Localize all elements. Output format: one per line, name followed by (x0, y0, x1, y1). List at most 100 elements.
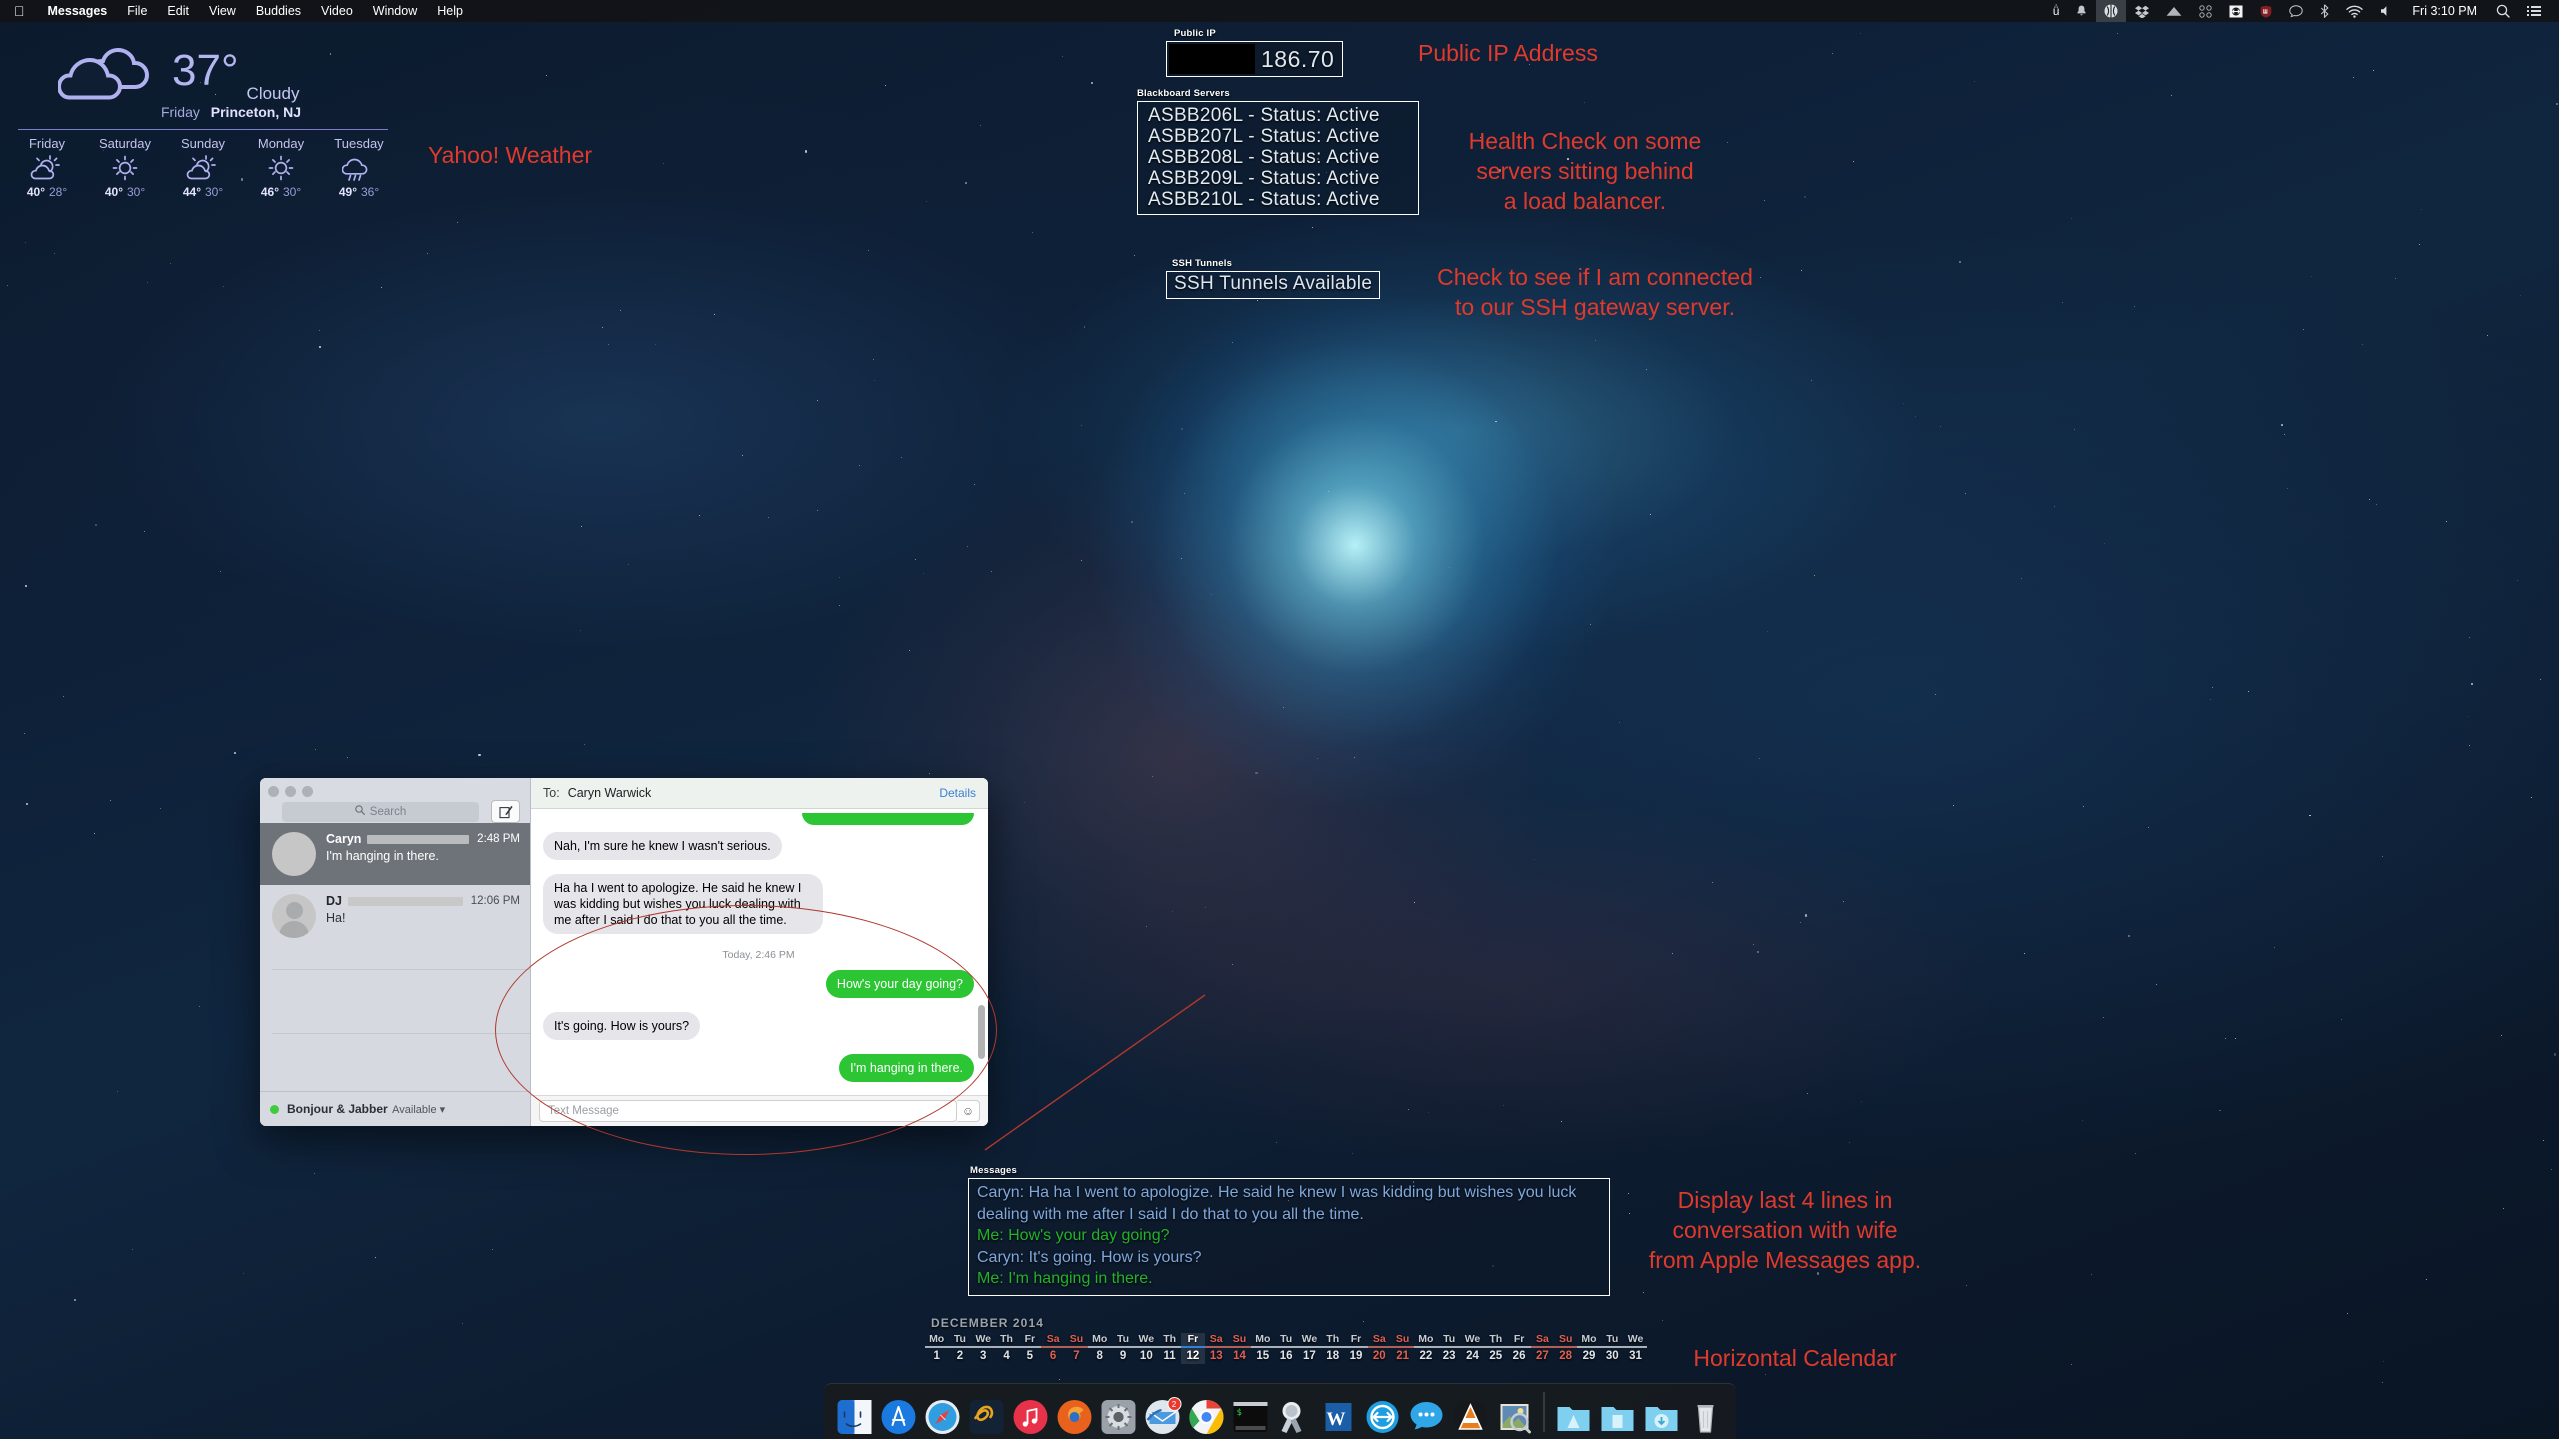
public-ip-widget: Public IP 186.70 (1146, 28, 1343, 77)
message-input-placeholder: Text Message (548, 1105, 619, 1117)
list-item[interactable]: Caryn 2:48 PM I'm hanging in there. (260, 823, 530, 885)
calendar-daynumber: 20 (1372, 1350, 1386, 1362)
dropbox-sync-icon[interactable] (2096, 0, 2127, 22)
dock-item-firefox[interactable] (1054, 1397, 1094, 1437)
search-placeholder: Search (369, 805, 407, 818)
availability-label[interactable]: Available ▾ (392, 1104, 445, 1116)
messages-window[interactable]: Search Caryn 2:48 PM I'm hanging in ther… (260, 778, 988, 1126)
message-bubbles[interactable]: Nah, I'm sure he knew I wasn't serious. … (531, 809, 988, 1095)
blackboard-box: ASBB206L - Status: Active ASBB207L - Sta… (1137, 101, 1419, 215)
compose-icon[interactable] (491, 800, 520, 823)
incoming-bubble[interactable]: Ha ha I went to apologize. He said he kn… (543, 874, 823, 934)
forecast-high: 40° (26, 185, 45, 199)
apple-logo-icon[interactable]:  (14, 4, 25, 18)
volume-icon[interactable] (2372, 0, 2401, 22)
emoji-icon[interactable]: ☺ (957, 1100, 980, 1122)
calendar-day-8: Mo 8 (1088, 1333, 1112, 1364)
calendar-day-25: Th 25 (1484, 1333, 1508, 1364)
list-item[interactable]: DJ 12:06 PM Ha! (260, 885, 530, 947)
calendar-weekday: Sa (1046, 1333, 1060, 1345)
dock-item-teamviewer[interactable] (1362, 1397, 1402, 1437)
menu-item-help[interactable]: Help (427, 4, 473, 18)
messages-bubble-icon[interactable] (2281, 0, 2311, 22)
dock-item-terminal[interactable]: $ (1230, 1397, 1270, 1437)
incoming-bubble[interactable]: Nah, I'm sure he knew I wasn't serious. (543, 832, 782, 860)
calendar-day-21: Su 21 (1390, 1333, 1415, 1364)
calendar-weekday: Su (1069, 1333, 1084, 1345)
message-input[interactable]: Text Message (539, 1100, 957, 1122)
message-row: How's your day going? (543, 963, 974, 1005)
outgoing-bubble[interactable]: I'm hanging in there. (839, 1054, 974, 1082)
dock-item-evernote[interactable] (966, 1397, 1006, 1437)
calendar-day-6: Sa 6 (1041, 1333, 1065, 1364)
calendar-underline (1181, 1346, 1205, 1348)
forecast-high: 49° (338, 185, 357, 199)
conversation-preview: Ha! (326, 911, 346, 925)
circles-icon[interactable] (2191, 0, 2220, 22)
menu-item-window[interactable]: Window (363, 4, 427, 18)
menu-item-edit[interactable]: Edit (157, 4, 199, 18)
calendar-underline (1414, 1346, 1438, 1348)
vpn-icon[interactable] (2221, 0, 2251, 22)
dock-folder-documents[interactable] (1597, 1397, 1637, 1437)
calendar-underline (1018, 1346, 1042, 1348)
outgoing-bubble[interactable]: How's your day going? (825, 970, 974, 998)
menu-item-buddies[interactable]: Buddies (246, 4, 311, 18)
window-traffic-lights[interactable] (268, 786, 313, 797)
calendar-day-10: We 10 (1134, 1333, 1158, 1364)
dock-item-preview[interactable] (1494, 1397, 1534, 1437)
annotation-calendar: Horizontal Calendar (1693, 1345, 1897, 1371)
dock-item-app-store[interactable] (878, 1397, 918, 1437)
shield-icon[interactable] (2252, 0, 2280, 22)
dock-item-mail[interactable]: 2 (1142, 1397, 1182, 1437)
calendar-weekday: Sa (1535, 1333, 1549, 1345)
menu-item-video[interactable]: Video (311, 4, 363, 18)
details-button[interactable]: Details (939, 786, 976, 800)
avatar (272, 832, 316, 876)
bell-icon[interactable] (2068, 0, 2095, 22)
dropbox-icon[interactable] (2127, 0, 2157, 22)
calendar-underline (1530, 1346, 1555, 1348)
spotlight-search-icon[interactable] (2488, 0, 2518, 22)
dock-item-finder[interactable] (834, 1397, 874, 1437)
notification-center-icon[interactable] (2519, 0, 2549, 22)
forecast-day-1: Saturday 40° 30° (86, 136, 164, 199)
calendar-weekday: We (1138, 1333, 1155, 1345)
calendar-weekday: Fr (1024, 1333, 1036, 1345)
dock-item-microsoft-word[interactable]: W (1318, 1397, 1358, 1437)
minimize-button[interactable] (285, 786, 296, 797)
dock-item-safari[interactable] (922, 1397, 962, 1437)
ssh-tunnels-box: SSH Tunnels Available (1166, 271, 1381, 299)
menu-bar-clock[interactable]: Fri 3:10 PM (2402, 4, 2487, 18)
dock-item-system-preferences[interactable] (1098, 1397, 1138, 1437)
dock-item-vlc[interactable] (1450, 1397, 1490, 1437)
dock-item-itunes[interactable] (1010, 1397, 1050, 1437)
zoom-button[interactable] (302, 786, 313, 797)
menu-item-file[interactable]: File (117, 4, 157, 18)
dock-item-messages[interactable] (1406, 1397, 1446, 1437)
dock-folder-applications[interactable] (1553, 1397, 1593, 1437)
forecast-low: 36° (361, 185, 380, 199)
menu-item-messages[interactable]: Messages (38, 4, 118, 18)
redaction-bar (367, 834, 470, 844)
public-ip-value: 186.70 (1261, 45, 1335, 72)
account-status-bar[interactable]: Bonjour & Jabber Available ▾ (260, 1091, 530, 1126)
wifi-icon[interactable] (2338, 0, 2371, 22)
conversation-preview: I'm hanging in there. (326, 849, 439, 863)
bluetooth-icon[interactable] (2312, 0, 2337, 22)
conversation-list[interactable]: Caryn 2:48 PM I'm hanging in there. DJ 1… (260, 823, 530, 1091)
calendar-grid: Mo 1 Tu 2 We 3 Th 4 Fr 5 Sa 6 Su 7 Mo 8 Tu 9 We 10 Th 11 Fr 12 S… (925, 1333, 1648, 1364)
dock-item-xquartz[interactable] (1274, 1397, 1314, 1437)
dock-item-google-chrome[interactable] (1186, 1397, 1226, 1437)
menu-item-view[interactable]: View (199, 4, 246, 18)
ucompress-icon[interactable]: ü̇ (2045, 0, 2068, 22)
dock-folder-downloads[interactable] (1641, 1397, 1681, 1437)
backup-house-icon[interactable] (2158, 0, 2190, 22)
forecast-temps: 40° 28° (8, 185, 86, 199)
trash-icon[interactable] (1685, 1397, 1725, 1437)
forecast-day-4: Tuesday 49° 36° (320, 136, 398, 199)
search-input[interactable]: Search (282, 801, 479, 822)
close-button[interactable] (268, 786, 279, 797)
calendar-underline (1157, 1346, 1182, 1348)
incoming-bubble[interactable]: It's going. How is yours? (543, 1012, 701, 1040)
